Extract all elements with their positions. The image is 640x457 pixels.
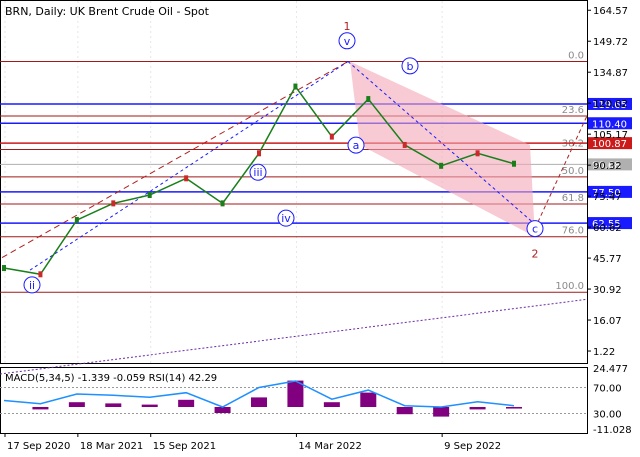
price-tick-label: 149.72 bbox=[593, 37, 628, 48]
price-tick-label: 134.87 bbox=[593, 68, 628, 79]
price-candle bbox=[329, 133, 334, 140]
time-tick-label: 18 Mar 2021 bbox=[80, 441, 143, 452]
time-tick-label: 15 Sep 2021 bbox=[153, 441, 216, 452]
indicator-tick-label: -11.028 bbox=[593, 425, 632, 436]
price-tick-label: 60.62 bbox=[593, 223, 622, 234]
price-chart[interactable]: 0.023.638.250.061.876.0100.0119.65110.40… bbox=[0, 0, 640, 457]
price-tick-label: 75.47 bbox=[593, 192, 622, 203]
macd-bar bbox=[469, 407, 486, 410]
price-candle bbox=[402, 141, 407, 148]
price-candle bbox=[439, 162, 444, 169]
fib-label: 61.8 bbox=[562, 193, 584, 204]
macd-bar bbox=[68, 402, 85, 407]
price-candle bbox=[293, 83, 298, 90]
price-candle bbox=[74, 217, 79, 224]
macd-bar bbox=[32, 407, 49, 410]
time-tick-label: 9 Sep 2022 bbox=[444, 441, 501, 452]
macd-bar bbox=[360, 392, 377, 407]
price-candle bbox=[220, 200, 225, 207]
price-candle bbox=[257, 150, 261, 157]
fib-label: 0.0 bbox=[568, 51, 584, 62]
price-candle bbox=[475, 150, 480, 157]
price-candle bbox=[147, 192, 152, 199]
fib-label: 23.6 bbox=[562, 105, 584, 116]
price-tick-label: 164.57 bbox=[593, 6, 628, 17]
price-tick-label: 16.07 bbox=[593, 316, 622, 327]
price-tag-label: 110.40 bbox=[592, 119, 627, 130]
wave-label: c bbox=[532, 223, 538, 236]
macd-bar bbox=[506, 407, 522, 409]
price-candle bbox=[111, 200, 116, 207]
macd-bar bbox=[141, 404, 158, 407]
macd-bar bbox=[178, 399, 195, 407]
chart-title: BRN, Daily: UK Brent Crude Oil - Spot bbox=[5, 5, 210, 18]
fib-label: 100.0 bbox=[555, 281, 584, 292]
price-tick-label: 30.92 bbox=[593, 285, 622, 296]
indicator-tick-label: 70.00 bbox=[593, 384, 622, 395]
wave-label: a bbox=[353, 139, 360, 152]
macd-bar bbox=[251, 397, 267, 407]
price-axis-ticks: 164.57 149.72 134.87 120.02 105.17 90.32 75.47… bbox=[587, 6, 628, 358]
time-tick-label: 17 Sep 2020 bbox=[7, 441, 70, 452]
indicator-tick-label: 24.477 bbox=[593, 364, 628, 375]
indicator-tick-label: 30.00 bbox=[593, 410, 622, 421]
wave-label: v bbox=[344, 35, 351, 48]
macd-bar bbox=[433, 407, 450, 417]
macd-bar bbox=[323, 402, 340, 407]
price-candle bbox=[366, 96, 371, 103]
wave-label: b bbox=[407, 60, 414, 73]
macd-bar bbox=[105, 403, 122, 407]
price-tick-label: 45.77 bbox=[593, 254, 622, 265]
wave-label: 2 bbox=[532, 248, 539, 261]
fib-label: 50.0 bbox=[562, 166, 584, 177]
macd-bar bbox=[396, 407, 413, 415]
price-candle bbox=[512, 160, 516, 167]
price-tick-label: 1.22 bbox=[593, 347, 615, 358]
price-tick-label: 120.02 bbox=[593, 99, 628, 110]
macd-bar bbox=[214, 407, 231, 413]
wave-label: iv bbox=[281, 212, 291, 225]
time-tick-label: 14 Mar 2022 bbox=[298, 441, 361, 452]
price-tick-label: 105.17 bbox=[593, 130, 628, 141]
indicator-title: MACD(5,34,5) -1.339 -0.059 RSI(14) 42.29 bbox=[5, 373, 217, 384]
price-tick-label: 90.32 bbox=[593, 161, 622, 172]
wave-label: ii bbox=[29, 279, 35, 292]
fib-label: 38.2 bbox=[562, 139, 584, 150]
indicator-axis-ticks: 24.477 70.00 30.00 -11.028 bbox=[593, 364, 632, 436]
price-candle bbox=[38, 271, 43, 278]
wave-label: 1 bbox=[344, 20, 351, 33]
time-axis-labels: 17 Sep 2020 18 Mar 2021 15 Sep 2021 14 Mar … bbox=[4, 433, 501, 452]
wave-label: iii bbox=[253, 166, 262, 179]
price-candle bbox=[184, 175, 189, 182]
price-candle bbox=[2, 265, 6, 272]
fib-label: 76.0 bbox=[562, 226, 584, 237]
